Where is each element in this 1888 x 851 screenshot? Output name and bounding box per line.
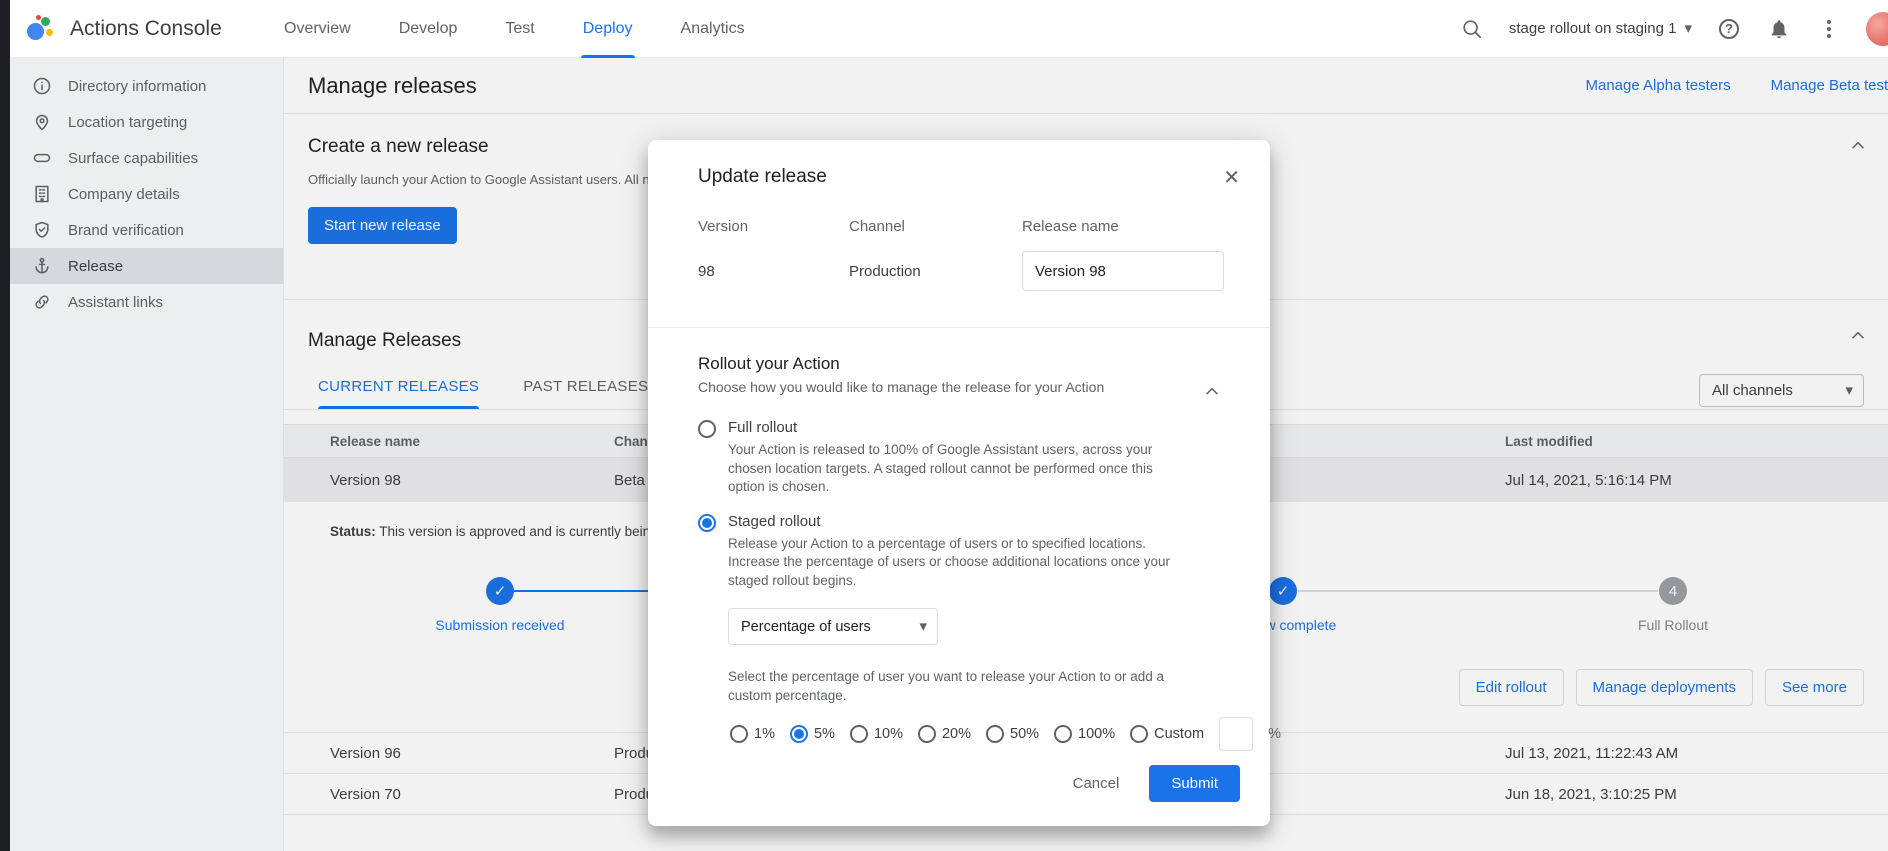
release-name-input[interactable] [1022, 251, 1224, 291]
percentage-radio[interactable] [790, 725, 808, 743]
collapse-chevron-up-icon[interactable] [1202, 382, 1222, 407]
staged-rollout-label[interactable]: Staged rollout [728, 513, 1180, 530]
percentage-option-10: 10% [850, 725, 903, 743]
release-fields: Version Channel Release name 98 Producti… [648, 218, 1270, 291]
rollout-method-select[interactable]: Percentage of users ▾ [728, 608, 938, 645]
notifications-icon[interactable] [1766, 16, 1792, 42]
caret-down-icon: ▾ [919, 619, 927, 634]
topbar: Actions Console Overview Develop Test De… [10, 0, 1888, 58]
percentage-radio[interactable] [986, 725, 1004, 743]
percentage-option-5: 5% [790, 725, 835, 743]
percentage-radio[interactable] [918, 725, 936, 743]
topbar-right: stage rollout on staging 1 ▾ ? [1459, 12, 1888, 46]
window-edge-strip [0, 0, 10, 851]
nav-tab-analytics[interactable]: Analytics [679, 0, 747, 58]
staged-rollout-description: Release your Action to a percentage of u… [728, 535, 1180, 591]
percentage-option-custom: Custom [1130, 725, 1204, 743]
staged-rollout-radio[interactable] [698, 514, 716, 532]
help-icon[interactable]: ? [1716, 16, 1742, 42]
percentage-radio[interactable] [1054, 725, 1072, 743]
percentage-radio[interactable] [1130, 725, 1148, 743]
channel-label: Channel [849, 218, 1022, 235]
rollout-title: Rollout your Action [698, 354, 1220, 374]
dialog-header: Update release ✕ [648, 140, 1270, 188]
percentage-option-100: 100% [1054, 725, 1115, 743]
rollout-section: Rollout your Action Choose how you would… [648, 354, 1270, 751]
project-selector-label: stage rollout on staging 1 [1509, 20, 1677, 37]
full-rollout-radio[interactable] [698, 420, 716, 438]
submit-button[interactable]: Submit [1149, 765, 1240, 802]
close-icon[interactable]: ✕ [1223, 168, 1240, 188]
staged-rollout-option: Staged rollout Release your Action to a … [698, 513, 1220, 591]
dialog-footer: Cancel Submit [1073, 765, 1240, 802]
nav-tab-test[interactable]: Test [503, 0, 536, 58]
divider [648, 327, 1270, 328]
release-name-label: Release name [1022, 218, 1224, 235]
version-value: 98 [698, 251, 849, 291]
nav-tab-deploy[interactable]: Deploy [581, 0, 635, 58]
actions-on-google-logo-icon [26, 14, 56, 44]
cancel-button[interactable]: Cancel [1073, 775, 1120, 792]
full-rollout-option: Full rollout Your Action is released to … [698, 419, 1220, 497]
percentage-radio[interactable] [730, 725, 748, 743]
percentage-radio[interactable] [850, 725, 868, 743]
percentage-option-1: 1% [730, 725, 775, 743]
percentage-option-20: 20% [918, 725, 971, 743]
more-vert-icon[interactable] [1816, 16, 1842, 42]
full-rollout-label[interactable]: Full rollout [728, 419, 1180, 436]
version-label: Version [698, 218, 849, 235]
percentage-options: 1% 5% 10% 20% 50% [730, 717, 1220, 751]
full-rollout-description: Your Action is released to 100% of Googl… [728, 441, 1180, 497]
percentage-option-50: 50% [986, 725, 1039, 743]
rollout-subtitle: Choose how you would like to manage the … [698, 379, 1220, 395]
nav-tab-develop[interactable]: Develop [397, 0, 460, 58]
top-navigation: Overview Develop Test Deploy Analytics [282, 0, 747, 58]
app-title: Actions Console [70, 17, 222, 41]
update-release-dialog: Update release ✕ Version Channel Release… [648, 140, 1270, 826]
rollout-method-value: Percentage of users [741, 619, 871, 635]
percentage-help-text: Select the percentage of user you want t… [728, 667, 1193, 705]
screen: Actions Console Overview Develop Test De… [0, 0, 1888, 851]
search-icon[interactable] [1459, 16, 1485, 42]
percent-unit-label: % [1268, 726, 1281, 742]
avatar[interactable] [1866, 12, 1888, 46]
channel-value: Production [849, 251, 1022, 291]
custom-percentage-input[interactable] [1219, 717, 1253, 751]
caret-down-icon: ▾ [1684, 21, 1692, 36]
dialog-title: Update release [698, 166, 827, 188]
nav-tab-overview[interactable]: Overview [282, 0, 353, 58]
project-selector[interactable]: stage rollout on staging 1 ▾ [1509, 20, 1692, 37]
